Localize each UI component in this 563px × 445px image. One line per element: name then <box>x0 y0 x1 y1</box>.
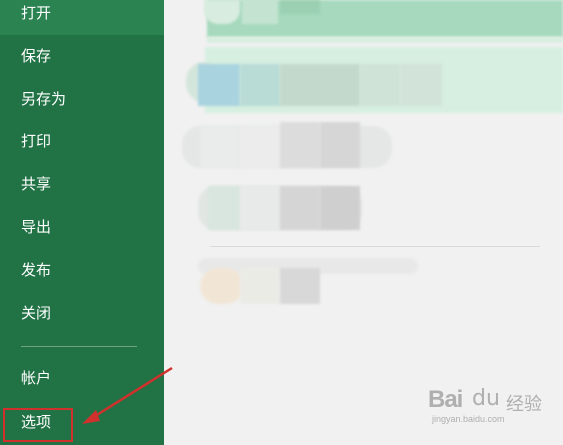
baidu-jingyan-watermark: Bai du 经验 jingyan.baidu.com <box>428 384 558 426</box>
watermark-url: jingyan.baidu.com <box>432 414 505 424</box>
paw-icon: du <box>472 386 500 411</box>
baidu-logo: Bai <box>428 386 463 413</box>
watermark-text: 经验 <box>506 394 542 415</box>
annotation-arrow <box>82 366 173 424</box>
